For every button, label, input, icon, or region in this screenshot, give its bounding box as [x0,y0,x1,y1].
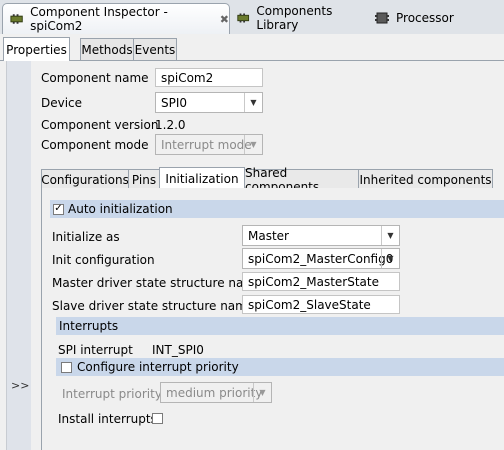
master-state-label: Master driver state structure name [52,276,263,290]
interrupt-priority-value: medium priority [166,385,263,400]
tab-pins[interactable]: Pins [128,169,160,189]
tab-processor-label: Processor [396,11,454,25]
auto-initialization-checkbox[interactable]: ✓ [53,203,64,215]
tab-initialization-label: Initialization [165,172,239,186]
property-tabs: Properties Methods Events [0,34,504,61]
expand-arrows-icon[interactable]: >> [11,379,29,392]
spi-interrupt-value: INT_SPI0 [152,343,204,357]
component-icon [10,14,23,24]
device-label: Device [41,96,83,110]
tab-methods[interactable]: Methods [80,38,134,60]
configure-priority-checkbox[interactable] [61,361,72,373]
component-version-label: Component version [41,118,159,132]
tab-methods-label: Methods [81,42,133,57]
tab-component-inspector[interactable]: Component Inspector - spiCom2 ✖ [2,3,230,34]
component-name-label: Component name [41,71,149,85]
master-state-value: spiCom2_MasterState [248,274,379,289]
device-select[interactable]: SPI0 ▼ [155,92,263,113]
tab-inherited-components-label: Inherited components [359,172,492,187]
chevron-down-icon[interactable]: ▼ [244,93,262,112]
tab-components-library[interactable]: Components Library [230,4,366,32]
tab-components-library-label: Components Library [256,4,333,32]
chevron-down-icon: ▼ [244,135,262,154]
tab-processor[interactable]: Processor [368,4,458,32]
slave-state-value: spiCom2_SlaveState [248,297,371,312]
initialize-as-value: Master [248,228,289,243]
component-name-field[interactable]: spiCom2 [155,68,263,87]
interrupt-priority-select: medium priority ▼ [160,382,272,403]
install-interrupts-label: Install interrupts [58,412,157,426]
master-state-field[interactable]: spiCom2_MasterState [242,272,400,291]
tab-inherited-components[interactable]: Inherited components [358,169,493,189]
component-tabs: Configurations Pins Initialization Share… [41,166,504,194]
tab-events-label: Events [134,42,176,57]
init-configuration-value: spiCom2_MasterConfig0 [248,251,394,266]
interrupts-header: Interrupts [56,317,504,335]
component-icon [237,13,250,23]
properties-panel: Component name spiCom2 Device SPI0 ▼ Com… [31,61,504,450]
tab-configurations-label: Configurations [41,172,129,187]
install-interrupts-checkbox[interactable] [152,413,163,424]
view-tab-bar: Component Inspector - spiCom2 ✖ Componen… [0,0,504,35]
processor-icon [375,12,389,24]
interrupts-header-label: Interrupts [59,319,119,333]
spi-interrupt-label: SPI interrupt [58,343,133,357]
configure-priority-row[interactable]: Configure interrupt priority [56,358,504,376]
slave-state-field[interactable]: spiCom2_SlaveState [242,295,400,314]
component-mode-value: Interrupt mode [161,137,252,152]
component-mode-select: Interrupt mode ▼ [155,134,263,155]
slave-state-label: Slave driver state structure name [52,299,255,313]
tab-configurations[interactable]: Configurations [41,169,129,189]
tab-events[interactable]: Events [133,38,177,60]
interrupt-priority-label: Interrupt priority [62,387,162,401]
tab-properties[interactable]: Properties [3,37,70,61]
device-value: SPI0 [161,95,188,110]
component-name-value: spiCom2 [161,70,214,85]
chevron-down-icon: ▼ [253,383,271,402]
tab-properties-label: Properties [6,42,67,57]
initialize-as-label: Initialize as [52,230,120,244]
initialization-panel: ✓ Auto initialization Initialize as Mast… [41,188,504,450]
chevron-down-icon[interactable]: ▼ [381,226,399,245]
component-mode-label: Component mode [41,138,149,152]
auto-initialization-label: Auto initialization [68,202,173,216]
init-configuration-select[interactable]: spiCom2_MasterConfig0 ▼ [242,248,400,269]
chevron-down-icon[interactable]: ▼ [381,249,399,268]
tab-shared-components[interactable]: Shared components [244,166,359,194]
auto-initialization-row[interactable]: ✓ Auto initialization [50,200,504,218]
tab-initialization[interactable]: Initialization [159,167,245,190]
init-configuration-label: Init configuration [52,253,155,267]
collapse-gutter[interactable]: >> [6,61,32,450]
component-version-value: 1.2.0 [155,118,186,132]
tab-pins-label: Pins [131,172,157,187]
close-icon[interactable]: ✖ [220,13,229,26]
configure-priority-label: Configure interrupt priority [77,360,239,374]
initialize-as-select[interactable]: Master ▼ [242,225,400,246]
tab-component-inspector-label: Component Inspector - spiCom2 [30,5,168,33]
